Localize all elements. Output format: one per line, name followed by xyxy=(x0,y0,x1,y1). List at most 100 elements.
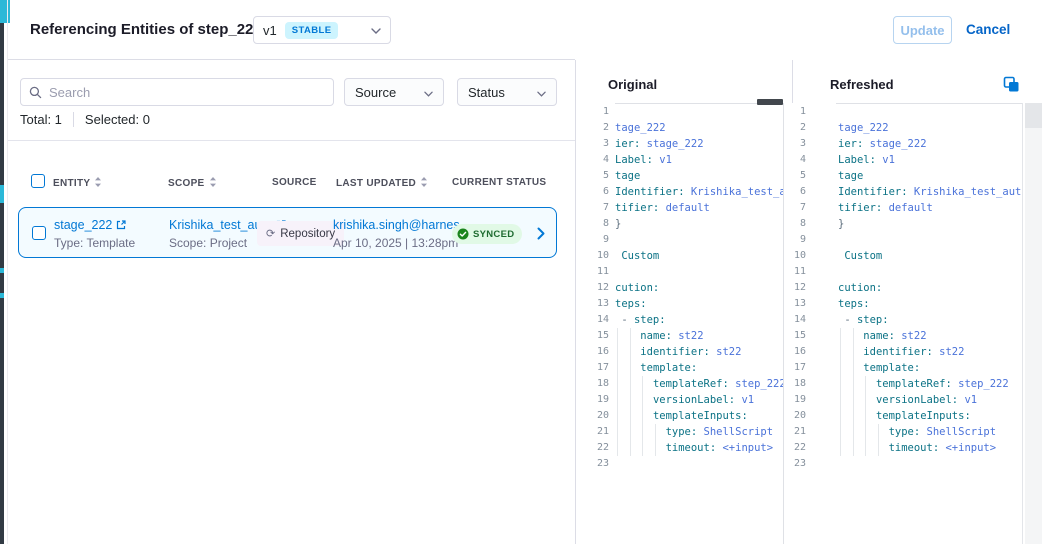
code-line: 18 templateRef: step_222 xyxy=(790,376,1022,392)
original-code-editor[interactable]: 12tage_2223ier: stage_2224Label: v15tage… xyxy=(583,104,783,544)
modal-left-edge xyxy=(7,0,8,544)
indent-guide xyxy=(655,440,656,456)
code-line: 23 xyxy=(583,456,783,472)
code-line: 13teps: xyxy=(583,296,783,312)
line-number: 2 xyxy=(790,120,806,136)
code-line: 12cution: xyxy=(583,280,783,296)
column-entity[interactable]: ENTITY xyxy=(53,177,102,190)
code-token: st22 xyxy=(933,346,965,358)
update-button[interactable]: Update xyxy=(893,16,952,44)
vertical-scrollbar-thumb[interactable] xyxy=(1025,103,1042,128)
code-line: 15 name: st22 xyxy=(790,328,1022,344)
code-token: ShellScript xyxy=(920,426,996,438)
updated-at: Apr 10, 2025 | 13:28pm xyxy=(333,236,449,250)
totals-bar: Total: 1 Selected: 0 xyxy=(20,112,150,127)
code-token: } xyxy=(838,218,844,230)
code-line: 11 xyxy=(583,264,783,280)
line-number: 5 xyxy=(790,168,806,184)
line-number: 4 xyxy=(583,152,609,168)
line-number: 2 xyxy=(583,120,609,136)
code-line: 23 xyxy=(790,456,1022,472)
line-number: 18 xyxy=(790,376,806,392)
code-token xyxy=(838,394,876,406)
line-number: 3 xyxy=(790,136,806,152)
chevron-right-icon[interactable] xyxy=(532,224,550,242)
indent-guide xyxy=(630,360,631,376)
referencing-entities-dialog: Referencing Entities of step_222 v1 STAB… xyxy=(0,0,1042,544)
indent-guide xyxy=(853,392,854,408)
table-row[interactable]: stage_222 Type: Template Krishika_test_a… xyxy=(18,207,557,258)
table-header: ENTITY SCOPE SOURCE LAST UPDATED CURRENT… xyxy=(0,172,575,196)
code-token: template: xyxy=(640,362,697,374)
indent-guide xyxy=(840,408,841,424)
line-number: 8 xyxy=(790,216,806,232)
code-line: 2 tage_222 xyxy=(790,120,1022,136)
code-line: 22 timeout: <+input> xyxy=(583,440,783,456)
code-token: default xyxy=(882,202,933,214)
line-number: 11 xyxy=(583,264,609,280)
panel-header-divider xyxy=(792,60,793,103)
code-token: tage_222 xyxy=(615,122,666,134)
code-line: 4Label: v1 xyxy=(583,152,783,168)
code-token: v1 xyxy=(653,154,672,166)
selected-count: Selected: 0 xyxy=(85,112,150,127)
refreshed-code-editor[interactable]: 12tage_2223ier: stage_2224Label: v15tage… xyxy=(790,104,1022,544)
line-number: 21 xyxy=(790,424,806,440)
column-scope[interactable]: SCOPE xyxy=(168,177,217,190)
updated-by-link[interactable]: krishika.singh@harnes... xyxy=(333,218,470,232)
code-token: type: xyxy=(666,426,698,438)
indent-guide xyxy=(642,440,643,456)
indent-guide xyxy=(853,360,854,376)
code-token xyxy=(615,362,640,374)
row-checkbox[interactable] xyxy=(32,226,46,240)
code-token: ier: xyxy=(838,138,863,150)
code-token: cution: xyxy=(838,282,882,294)
code-line: 17 template: xyxy=(790,360,1022,376)
code-line: 2 tage_222 xyxy=(583,120,783,136)
indent-guide xyxy=(853,328,854,344)
background-app-accent xyxy=(0,0,10,23)
cancel-button[interactable]: Cancel xyxy=(966,22,1010,37)
indent-guide xyxy=(865,392,866,408)
code-token: Custom xyxy=(615,250,659,262)
entity-type: Type: Template xyxy=(54,236,135,250)
code-token: Label: xyxy=(838,154,876,166)
line-number: 14 xyxy=(790,312,806,328)
line-number: 19 xyxy=(583,392,609,408)
header-divider xyxy=(8,59,575,60)
code-token: Identifier: xyxy=(838,186,908,198)
source-filter[interactable]: Source xyxy=(344,78,444,106)
line-number: 10 xyxy=(790,248,806,264)
synced-badge: SYNCED xyxy=(452,224,522,244)
code-token: tage_222 xyxy=(838,122,889,134)
code-line: 8} xyxy=(790,216,1022,232)
status-filter[interactable]: Status xyxy=(457,78,557,106)
code-token: teps: xyxy=(615,298,647,310)
code-token: step_222 xyxy=(729,378,783,390)
indent-guide xyxy=(617,328,618,344)
sort-icon[interactable] xyxy=(209,177,217,190)
column-last-updated[interactable]: LAST UPDATED xyxy=(336,177,428,190)
vertical-scrollbar-track[interactable] xyxy=(1025,103,1042,544)
sort-icon[interactable] xyxy=(94,177,102,190)
repository-badge: ⟳ Repository xyxy=(257,221,344,246)
code-token: default xyxy=(659,202,710,214)
search-input[interactable] xyxy=(49,85,325,100)
refreshed-right-border xyxy=(1022,103,1023,544)
select-all-checkbox[interactable] xyxy=(31,174,45,188)
indent-guide xyxy=(617,376,618,392)
code-token: step_222 xyxy=(952,378,1009,390)
line-number: 6 xyxy=(790,184,806,200)
copy-icon[interactable] xyxy=(1002,76,1020,94)
sort-icon[interactable] xyxy=(420,177,428,190)
version-select[interactable]: v1 STABLE xyxy=(253,16,391,44)
indent-guide xyxy=(642,392,643,408)
code-token: v1 xyxy=(958,394,977,406)
search-box[interactable] xyxy=(20,78,334,106)
code-line: 7tifier: default xyxy=(790,200,1022,216)
search-icon xyxy=(29,86,42,99)
line-number: 1 xyxy=(583,104,609,120)
entity-link[interactable]: stage_222 xyxy=(54,218,126,232)
code-token xyxy=(615,410,653,422)
code-token: st22 xyxy=(710,346,742,358)
